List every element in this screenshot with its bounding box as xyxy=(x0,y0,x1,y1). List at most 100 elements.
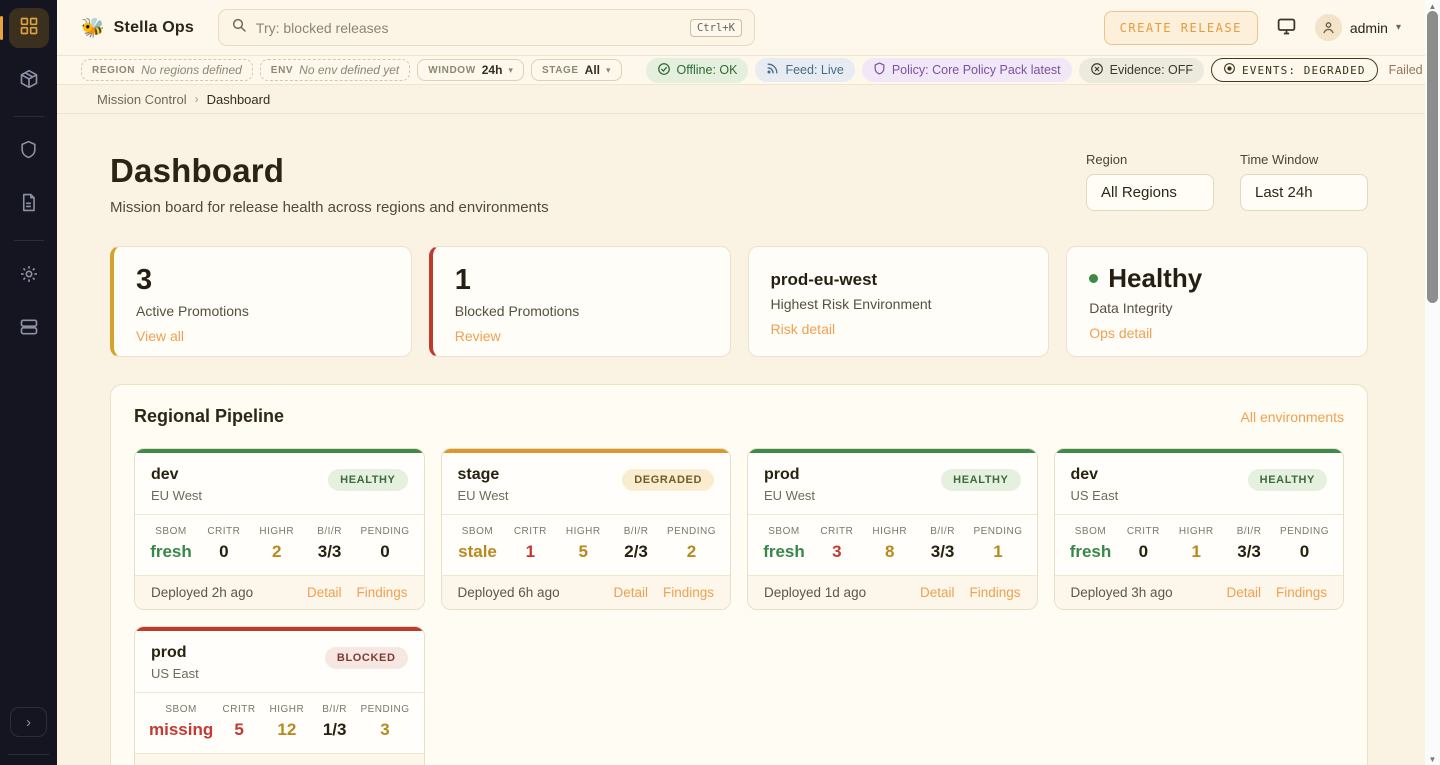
pipeline-card-header: dev EU West HEALTHY xyxy=(135,453,424,514)
pipeline-grid: dev EU West HEALTHY SBOMfresh CRITR0 HIG… xyxy=(134,448,1344,765)
env-filter-chip[interactable]: ENV No env defined yet xyxy=(260,59,410,81)
shield-icon xyxy=(19,140,38,164)
page-content: Dashboard Mission board for release heal… xyxy=(57,114,1387,765)
scroll-down-arrow-icon[interactable]: ▼ xyxy=(1425,753,1440,765)
findings-link[interactable]: Findings xyxy=(356,585,407,600)
environment-region: EU West xyxy=(151,488,202,503)
detail-link[interactable]: Detail xyxy=(920,585,955,600)
findings-link[interactable]: Findings xyxy=(1276,585,1327,600)
stat-pending: PENDING3 xyxy=(360,704,409,740)
create-release-button[interactable]: CREATE RELEASE xyxy=(1104,11,1258,45)
health-dot-icon xyxy=(1089,274,1098,283)
risk-detail-link[interactable]: Risk detail xyxy=(771,321,836,337)
sidebar-divider xyxy=(14,116,44,117)
stage-filter-chip[interactable]: STAGE All ▾ xyxy=(531,59,622,81)
pipeline-card-stats: SBOMstale CRITR1 HIGHR5 B/I/R2/3 PENDING… xyxy=(442,514,731,576)
pipeline-card-dev-eu-west: dev EU West HEALTHY SBOMfresh CRITR0 HIG… xyxy=(134,448,425,610)
time-window-select[interactable]: Last 24h xyxy=(1240,174,1368,211)
status-badge: DEGRADED xyxy=(622,469,714,491)
sidebar-item-releases[interactable] xyxy=(9,61,49,101)
card-links: Detail Findings xyxy=(613,585,714,600)
pipeline-card-dev-us-east: dev US East HEALTHY SBOMfresh CRITR0 HIG… xyxy=(1054,448,1345,610)
card-value-row: Healthy xyxy=(1089,264,1345,294)
context-bar: REGION No regions defined ENV No env def… xyxy=(57,56,1425,85)
check-circle-icon xyxy=(657,62,671,79)
stat-sbom: SBOMstale xyxy=(456,526,500,562)
pill-label: EVENTS: DEGRADED xyxy=(1242,64,1366,77)
gear-icon xyxy=(19,264,39,289)
window-filter-chip[interactable]: WINDOW 24h ▾ xyxy=(417,59,524,81)
pipeline-card-prod-us-east: prod US East BLOCKED SBOMmissing CRITR5 … xyxy=(134,626,425,765)
card-links: Detail Findings xyxy=(920,585,1021,600)
shortcut-badge: Ctrl+K xyxy=(690,19,742,37)
stat-critr: CRITR3 xyxy=(815,526,859,562)
stat-bir: B/I/R2/3 xyxy=(614,526,658,562)
app-root: › 🐝 Stella Ops Ctrl+K CREATE RELEASE xyxy=(0,0,1440,765)
status-badge: HEALTHY xyxy=(1248,469,1327,491)
environment-name: dev xyxy=(1071,466,1119,484)
title-row: Dashboard Mission board for release heal… xyxy=(110,152,1368,216)
sidebar-divider xyxy=(14,240,44,241)
stat-highr: HIGHR12 xyxy=(265,704,309,740)
view-all-link[interactable]: View all xyxy=(136,328,184,344)
env-block: stage EU West xyxy=(458,466,509,503)
sidebar-item-security[interactable] xyxy=(9,132,49,172)
review-link[interactable]: Review xyxy=(455,328,501,344)
stat-highr: HIGHR8 xyxy=(868,526,912,562)
deployed-time: Deployed 3h ago xyxy=(1071,585,1173,600)
environment-name: prod xyxy=(151,644,199,662)
card-value: 3 xyxy=(136,264,389,297)
findings-link[interactable]: Findings xyxy=(969,585,1020,600)
package-icon xyxy=(19,69,39,94)
region-filter-group: Region All Regions xyxy=(1086,152,1214,211)
sidebar-item-settings[interactable] xyxy=(9,256,49,296)
page-filters: Region All Regions Time Window Last 24h xyxy=(1086,152,1368,211)
stat-bir: B/I/R3/3 xyxy=(1227,526,1271,562)
pill-label: Evidence: OFF xyxy=(1110,63,1193,77)
sidebar-item-dashboard[interactable] xyxy=(9,8,49,48)
brand[interactable]: 🐝 Stella Ops xyxy=(81,16,194,40)
sidebar-item-infrastructure[interactable] xyxy=(9,309,49,349)
sidebar-item-documents[interactable] xyxy=(9,185,49,225)
breadcrumb-parent[interactable]: Mission Control xyxy=(97,92,187,107)
search-input[interactable] xyxy=(256,20,681,36)
detail-link[interactable]: Detail xyxy=(613,585,648,600)
pipeline-card-footer: Deployed 1d ago Detail Findings xyxy=(748,576,1037,609)
document-icon xyxy=(19,193,38,217)
data-integrity-card: Healthy Data Integrity Ops detail xyxy=(1066,246,1368,357)
display-mode-button[interactable] xyxy=(1276,16,1297,40)
sidebar-expand-button[interactable]: › xyxy=(10,707,47,737)
stat-highr: HIGHR5 xyxy=(561,526,605,562)
chevron-down-icon: ▾ xyxy=(508,65,513,76)
stat-pending: PENDING0 xyxy=(360,526,409,562)
pipeline-card-stats: SBOMfresh CRITR0 HIGHR2 B/I/R3/3 PENDING… xyxy=(135,514,424,576)
bee-logo-icon: 🐝 xyxy=(81,16,105,40)
stat-pending: PENDING0 xyxy=(1280,526,1329,562)
detail-link[interactable]: Detail xyxy=(307,585,342,600)
card-label: Active Promotions xyxy=(136,303,389,319)
stat-sbom: SBOMfresh xyxy=(762,526,806,562)
global-search[interactable]: Ctrl+K xyxy=(218,9,755,46)
pill-label: Offline: OK xyxy=(677,63,738,77)
card-label: Data Integrity xyxy=(1089,300,1345,316)
findings-link[interactable]: Findings xyxy=(663,585,714,600)
monitor-icon xyxy=(1276,16,1297,40)
stat-critr: CRITR0 xyxy=(1121,526,1165,562)
chip-value: 24h xyxy=(482,63,503,77)
scrollbar-thumb[interactable] xyxy=(1427,11,1438,303)
server-stack-icon xyxy=(19,317,39,342)
card-value: 1 xyxy=(455,264,708,297)
status-badge: BLOCKED xyxy=(325,647,408,669)
ops-detail-link[interactable]: Ops detail xyxy=(1089,325,1152,341)
sidebar-bottom-divider xyxy=(8,754,49,755)
all-environments-link[interactable]: All environments xyxy=(1241,409,1345,425)
pipeline-title: Regional Pipeline xyxy=(134,406,284,427)
region-select[interactable]: All Regions xyxy=(1086,174,1214,211)
chevron-right-icon: › xyxy=(26,714,31,731)
pill-label: Feed: Live xyxy=(785,63,843,77)
feed-status-pill: Feed: Live xyxy=(755,58,854,82)
region-filter-chip[interactable]: REGION No regions defined xyxy=(81,59,253,81)
detail-link[interactable]: Detail xyxy=(1226,585,1261,600)
user-menu[interactable]: admin ▾ xyxy=(1315,14,1401,41)
vertical-scrollbar[interactable]: ▲ ▼ xyxy=(1425,0,1440,765)
